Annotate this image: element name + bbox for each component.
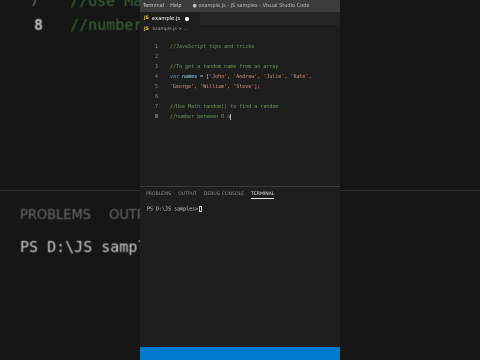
code-text: var names = ['John', 'Andrew', 'Julie', … xyxy=(170,72,312,82)
text-cursor xyxy=(230,113,232,120)
javascript-file-icon: JS xyxy=(144,27,149,32)
variable-name: names xyxy=(182,74,198,80)
bottom-panel: PROBLEMS OUTPUT DEBUG CONSOLE TERMINAL P… xyxy=(140,186,340,347)
menu-terminal[interactable]: Terminal xyxy=(140,3,167,9)
code-text: //JavaScript tips and tricks xyxy=(170,44,255,50)
code-line-current: 8 //number between 0 a xyxy=(140,112,340,122)
tab-terminal[interactable]: TERMINAL xyxy=(251,192,275,199)
menu-help[interactable]: Help xyxy=(167,3,184,9)
line-number: 8 xyxy=(154,114,158,120)
window-title: ● example.js - JS samples - Visual Studi… xyxy=(192,3,310,9)
code-text: //To get a random name from an array xyxy=(170,64,279,70)
title-bar: Terminal Help ● example.js - JS samples … xyxy=(140,0,340,12)
bg-code-line: 7 //Use Math xyxy=(30,0,140,10)
breadcrumb[interactable]: JS example.js > ... xyxy=(144,27,188,32)
editor-tab-bar: JS example.js xyxy=(140,12,340,25)
unsaved-dot-icon[interactable] xyxy=(185,16,190,21)
terminal-prompt-line[interactable]: PS D:\JS samples> xyxy=(147,206,203,213)
string-items: 'George', 'William', 'Steve']; xyxy=(170,84,261,90)
line-number: 6 xyxy=(154,94,158,100)
tab-problems[interactable]: PROBLEMS xyxy=(146,192,171,199)
code-line: 2 xyxy=(140,52,340,62)
code-text: //number between 0 a xyxy=(170,112,232,122)
status-bar xyxy=(140,347,340,360)
tab-label: example.js xyxy=(151,15,181,22)
bg-divider xyxy=(340,190,480,191)
line-number: 7 xyxy=(154,104,158,110)
terminal-cursor xyxy=(199,206,203,212)
javascript-file-icon: JS xyxy=(144,16,149,21)
bg-divider xyxy=(0,190,140,191)
code-line: 6 xyxy=(140,92,340,102)
code-line: 3 //To get a random name from an array xyxy=(140,62,340,72)
tab-output[interactable]: OUTPUT xyxy=(178,192,197,199)
code-line: 7 //Use Math.random() to find a random xyxy=(140,102,340,112)
vscode-window: Terminal Help ● example.js - JS samples … xyxy=(140,0,340,360)
string-items: 'John', 'Andrew', 'Julie', 'Kate', xyxy=(209,74,312,80)
code-text: //Use Math.random() to find a random xyxy=(170,104,279,110)
code-line: 1 //JavaScript tips and tricks xyxy=(140,42,340,52)
bg-terminal-prompt: PS D:\JS samples xyxy=(20,238,140,256)
tab-debug-console[interactable]: DEBUG CONSOLE xyxy=(204,192,244,199)
panel-tabs: PROBLEMS OUTPUT DEBUG CONSOLE TERMINAL xyxy=(146,192,275,199)
bg-panel-tabs: PROBLEMS OUTPU xyxy=(20,208,140,223)
line-number: 4 xyxy=(154,74,158,80)
line-number: 5 xyxy=(154,84,158,90)
line-number: 3 xyxy=(154,64,158,70)
line-number: 1 xyxy=(154,44,158,50)
bg-code-line: 8 //number xyxy=(34,16,140,34)
terminal-prompt: PS D:\JS samples> xyxy=(147,206,199,213)
comment-text: //number between 0 a xyxy=(170,114,231,120)
background-left: 7 //Use Math 8 //number PROBLEMS OUTPU P… xyxy=(0,0,140,360)
code-line: 5 'George', 'William', 'Steve']; xyxy=(140,82,340,92)
breadcrumb-text: example.js > ... xyxy=(152,27,188,32)
code-line: 4 var names = ['John', 'Andrew', 'Julie'… xyxy=(140,72,340,82)
keyword: var xyxy=(170,74,180,80)
background-right xyxy=(340,0,480,360)
operator: = [ xyxy=(197,74,210,80)
line-number: 2 xyxy=(154,54,158,60)
tab-example-js[interactable]: JS example.js xyxy=(140,12,200,25)
